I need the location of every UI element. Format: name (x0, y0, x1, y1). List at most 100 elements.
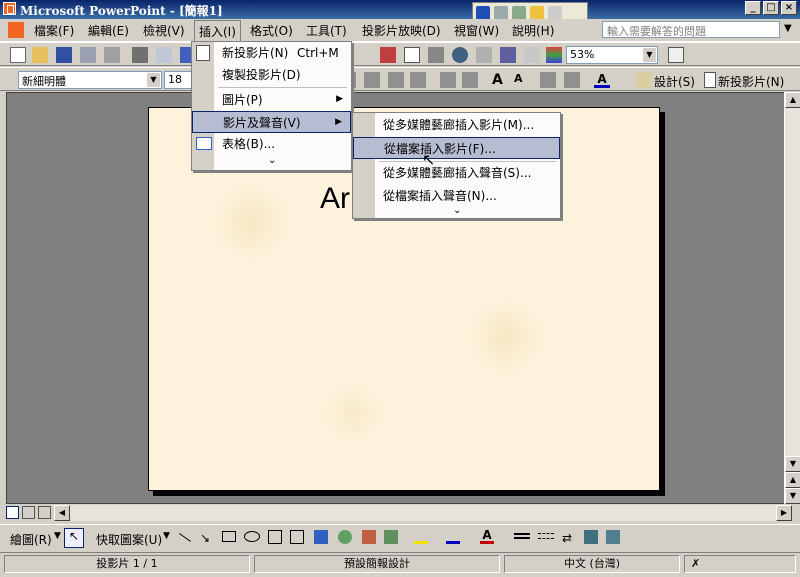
zoom-select[interactable]: 53% ▼ (566, 46, 658, 64)
maximize-button[interactable]: □ (763, 1, 779, 15)
close-button[interactable]: × (781, 1, 797, 15)
menu-slideshow[interactable]: 投影片放映(D) (362, 22, 441, 39)
font-size-select[interactable]: 18 (164, 71, 194, 89)
increase-indent-icon[interactable] (564, 72, 580, 88)
arrow-icon[interactable]: ↘ (200, 531, 210, 545)
scroll-right-icon[interactable]: ▶ (776, 505, 792, 521)
arrow-style-icon[interactable]: ⇄ (562, 531, 572, 545)
decrease-font-icon[interactable]: A (514, 72, 530, 88)
3d-icon[interactable] (606, 530, 620, 544)
menu-view[interactable]: 檢視(V) (143, 22, 185, 39)
normal-view-icon[interactable] (6, 506, 19, 519)
save-icon[interactable] (56, 47, 72, 63)
minimize-button[interactable]: _ (745, 1, 761, 15)
align-right-icon[interactable] (364, 72, 380, 88)
open-icon[interactable] (32, 47, 48, 63)
new-slide-icon[interactable] (704, 72, 716, 88)
previous-slide-icon[interactable]: ▲ (785, 472, 800, 488)
menu-window[interactable]: 視窗(W) (454, 22, 499, 39)
font-color-icon[interactable]: A (594, 72, 610, 88)
text-direction-icon[interactable] (410, 72, 426, 88)
shadow-icon[interactable] (584, 530, 598, 544)
formatting-marks-icon[interactable] (500, 47, 516, 63)
rectangle-icon[interactable] (222, 531, 236, 542)
oval-icon[interactable] (244, 531, 260, 542)
permission-icon[interactable] (80, 47, 96, 63)
increase-font-icon[interactable]: A (492, 72, 508, 88)
font-select[interactable]: 新細明體 ▼ (18, 71, 162, 89)
clipart-icon[interactable] (362, 530, 376, 544)
submenu-arrow-icon: ▶ (336, 94, 343, 104)
ime-icon[interactable] (476, 6, 490, 20)
scroll-left-icon[interactable]: ◀ (54, 505, 70, 521)
font-color-icon[interactable]: A (480, 528, 494, 544)
select-pointer-icon[interactable]: ↖ (64, 528, 84, 548)
menu-duplicate-slide[interactable]: 複製投影片(D) (192, 64, 351, 86)
line-icon[interactable] (178, 533, 192, 542)
new-icon[interactable] (10, 47, 26, 63)
help-icon[interactable] (548, 6, 562, 20)
menu-movies-sounds[interactable]: 影片及聲音(V) ▶ (192, 111, 351, 133)
dash-style-icon[interactable] (538, 533, 554, 539)
line-style-icon[interactable] (514, 533, 530, 539)
autoshapes-button[interactable]: 快取圖案(U) (96, 531, 162, 548)
picture-icon[interactable] (384, 530, 398, 544)
slideshow-view-icon[interactable] (38, 506, 51, 519)
scroll-down-icon[interactable]: ▼ (785, 456, 800, 472)
help-search-input[interactable]: 輸入需要解答的問題 (602, 21, 780, 38)
mode-icon[interactable] (494, 6, 508, 20)
email-icon[interactable] (104, 47, 120, 63)
line-color-icon[interactable] (446, 530, 460, 544)
pen-icon[interactable] (530, 6, 544, 20)
menu-tools[interactable]: 工具(T) (306, 22, 347, 39)
menu-picture[interactable]: 圖片(P) ▶ (192, 89, 351, 111)
new-slide-button[interactable]: 新投影片(N) (718, 73, 784, 90)
expand-menu-icon[interactable]: ⌄ (453, 205, 461, 216)
help-icon[interactable] (668, 47, 684, 63)
menu-new-slide[interactable]: 新投影片(N) Ctrl+M (192, 42, 351, 64)
menu-sound-from-gallery[interactable]: 從多媒體藝廊插入聲音(S)... (353, 162, 560, 184)
expand-menu-icon[interactable]: ⌄ (268, 155, 276, 166)
fill-color-icon[interactable] (414, 530, 428, 544)
decrease-indent-icon[interactable] (540, 72, 556, 88)
vertical-scrollbar[interactable]: ▲ ▼ ▲ ▼ (784, 92, 800, 504)
grid-icon[interactable] (524, 47, 540, 63)
menu-table[interactable]: 表格(B)... (192, 133, 351, 155)
horizontal-scroll-track[interactable] (70, 505, 776, 521)
settings-icon[interactable] (512, 6, 526, 20)
design-icon[interactable] (636, 72, 652, 88)
next-slide-icon[interactable]: ▼ (785, 488, 800, 504)
insert-table-icon[interactable] (404, 47, 420, 63)
menu-edit[interactable]: 編輯(E) (88, 22, 129, 39)
menu-movie-from-gallery[interactable]: 從多媒體藝廊插入影片(M)... (353, 114, 560, 136)
menu-help[interactable]: 說明(H) (512, 22, 554, 39)
numbering-icon[interactable] (440, 72, 456, 88)
slide-title-text[interactable]: Ar (320, 182, 350, 216)
submenu-arrow-icon: ▶ (335, 117, 342, 127)
expand-icon[interactable] (476, 47, 492, 63)
menu-movie-from-file[interactable]: 從檔案插入影片(F)... (353, 137, 560, 159)
scroll-up-icon[interactable]: ▲ (785, 92, 800, 108)
print-icon[interactable] (132, 47, 148, 63)
table-icon (196, 137, 212, 150)
hyperlink-icon[interactable] (452, 47, 468, 63)
print-preview-icon[interactable] (156, 47, 172, 63)
bullets-icon[interactable] (462, 72, 478, 88)
slide-sorter-icon[interactable] (22, 506, 35, 519)
tables-borders-icon[interactable] (428, 47, 444, 63)
justify-icon[interactable] (388, 72, 404, 88)
draw-menu-button[interactable]: 繪圖(R) (10, 531, 52, 548)
menu-insert[interactable]: 插入(I) (194, 20, 241, 43)
menu-sound-from-file[interactable]: 從檔案插入聲音(N)... (353, 185, 560, 207)
diagram-icon[interactable] (338, 530, 352, 544)
menu-file[interactable]: 檔案(F) (34, 22, 74, 39)
color-grayscale-icon[interactable] (546, 47, 562, 63)
vertical-textbox-icon[interactable] (290, 530, 304, 544)
insert-chart-icon[interactable] (380, 47, 396, 63)
menu-format[interactable]: 格式(O) (250, 22, 293, 39)
design-button[interactable]: 設計(S) (654, 73, 695, 90)
help-dropdown-icon[interactable]: ▼ (784, 23, 792, 34)
wordart-icon[interactable] (314, 530, 328, 544)
textbox-icon[interactable] (268, 530, 282, 544)
document-icon[interactable] (8, 22, 24, 38)
